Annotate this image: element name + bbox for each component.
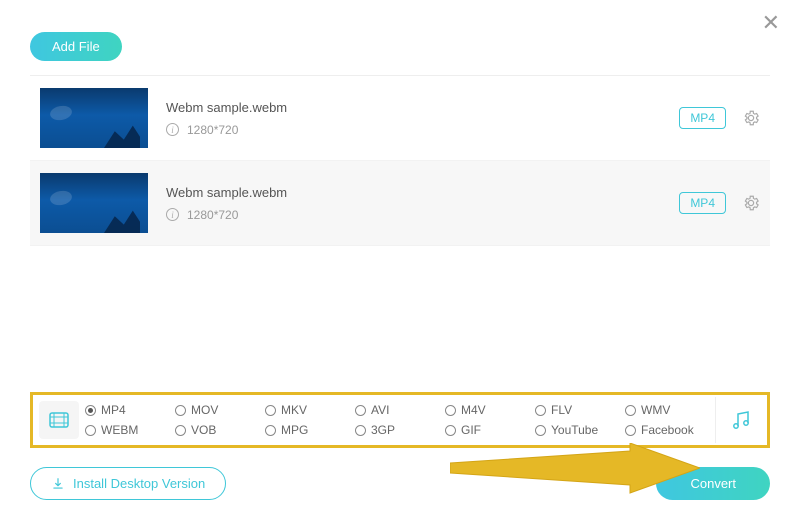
format-option-flv[interactable]: FLV (535, 403, 623, 417)
close-icon[interactable]: ✕ (762, 10, 780, 36)
radio-icon (355, 405, 366, 416)
install-desktop-label: Install Desktop Version (73, 476, 205, 491)
output-format-badge[interactable]: MP4 (679, 192, 726, 214)
radio-icon (445, 405, 456, 416)
radio-icon (535, 425, 546, 436)
radio-icon (175, 405, 186, 416)
radio-icon (175, 425, 186, 436)
format-label: WEBM (101, 423, 138, 437)
radio-icon (85, 405, 96, 416)
file-row: Webm sample.webm i 1280*720 MP4 (30, 161, 770, 246)
format-option-vob[interactable]: VOB (175, 423, 263, 437)
format-grid: MP4 MOV MKV AVI M4V FLV WMV WEBM VOB MPG 3GP GIF You… (83, 397, 715, 443)
download-icon (51, 477, 65, 491)
format-label: GIF (461, 423, 481, 437)
format-label: 3GP (371, 423, 395, 437)
audio-tab-icon[interactable] (715, 397, 765, 443)
file-row: Webm sample.webm i 1280*720 MP4 (30, 76, 770, 161)
radio-icon (85, 425, 96, 436)
file-dimensions: 1280*720 (187, 208, 238, 222)
format-option-gif[interactable]: GIF (445, 423, 533, 437)
format-label: YouTube (551, 423, 598, 437)
add-file-button[interactable]: Add File (30, 32, 122, 61)
format-option-facebook[interactable]: Facebook (625, 423, 713, 437)
format-option-wmv[interactable]: WMV (625, 403, 713, 417)
video-thumbnail[interactable] (40, 88, 148, 148)
format-option-webm[interactable]: WEBM (85, 423, 173, 437)
info-icon: i (166, 123, 179, 136)
format-selector-bar: MP4 MOV MKV AVI M4V FLV WMV WEBM VOB MPG 3GP GIF You… (30, 392, 770, 448)
radio-icon (625, 425, 636, 436)
format-label: Facebook (641, 423, 694, 437)
format-option-mpg[interactable]: MPG (265, 423, 353, 437)
format-option-mov[interactable]: MOV (175, 403, 263, 417)
format-label: WMV (641, 403, 670, 417)
radio-icon (445, 425, 456, 436)
format-label: VOB (191, 423, 216, 437)
format-option-mkv[interactable]: MKV (265, 403, 353, 417)
format-label: MKV (281, 403, 307, 417)
file-dimensions: 1280*720 (187, 123, 238, 137)
format-label: MP4 (101, 403, 126, 417)
format-label: M4V (461, 403, 486, 417)
video-thumbnail[interactable] (40, 173, 148, 233)
file-name: Webm sample.webm (166, 185, 679, 200)
info-icon: i (166, 208, 179, 221)
format-option-3gp[interactable]: 3GP (355, 423, 443, 437)
gear-icon[interactable] (742, 194, 760, 212)
file-name: Webm sample.webm (166, 100, 679, 115)
radio-icon (355, 425, 366, 436)
format-label: FLV (551, 403, 572, 417)
format-label: AVI (371, 403, 389, 417)
gear-icon[interactable] (742, 109, 760, 127)
video-tab-icon[interactable] (39, 401, 79, 439)
radio-icon (625, 405, 636, 416)
format-label: MOV (191, 403, 218, 417)
format-label: MPG (281, 423, 308, 437)
format-option-youtube[interactable]: YouTube (535, 423, 623, 437)
convert-button[interactable]: Convert (656, 467, 770, 500)
output-format-badge[interactable]: MP4 (679, 107, 726, 129)
radio-icon (265, 425, 276, 436)
format-option-mp4[interactable]: MP4 (85, 403, 173, 417)
file-list: Webm sample.webm i 1280*720 MP4 Webm sam… (30, 76, 770, 246)
radio-icon (265, 405, 276, 416)
format-option-avi[interactable]: AVI (355, 403, 443, 417)
radio-icon (535, 405, 546, 416)
install-desktop-button[interactable]: Install Desktop Version (30, 467, 226, 500)
format-option-m4v[interactable]: M4V (445, 403, 533, 417)
